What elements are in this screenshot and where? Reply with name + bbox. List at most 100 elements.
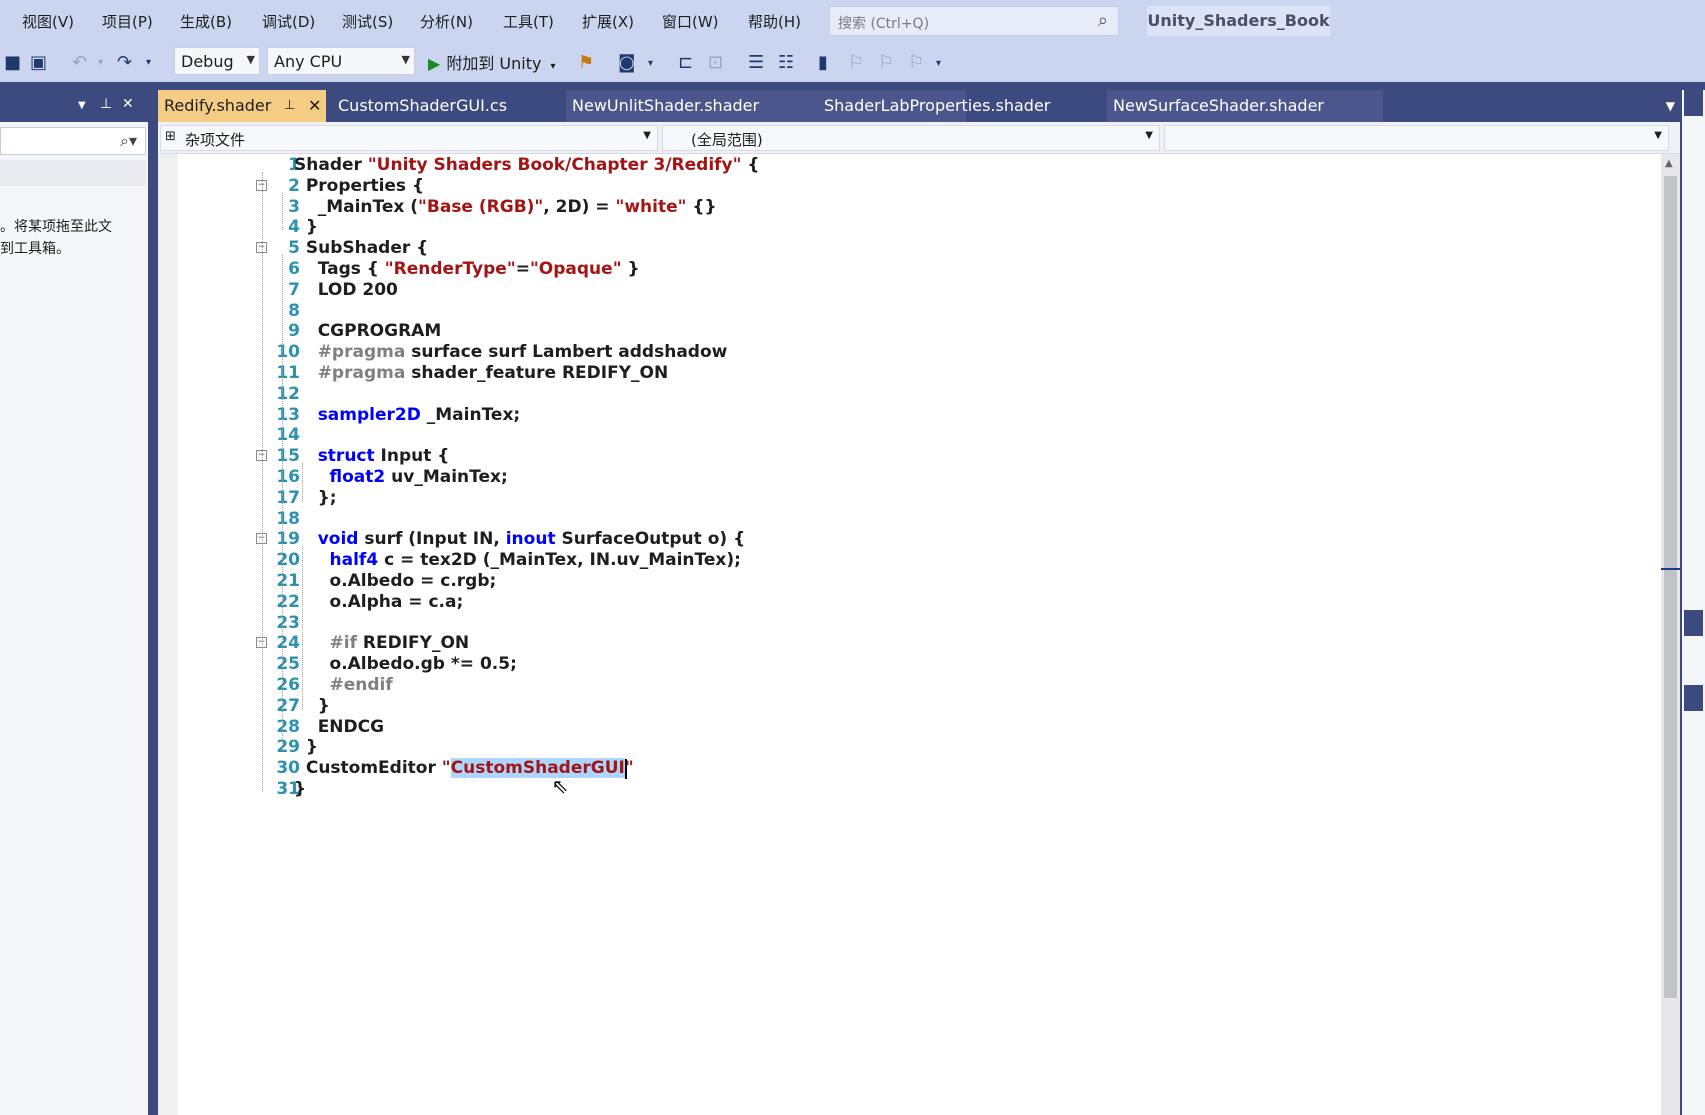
member-scope-dropdown[interactable]: (全局范围) ▼ <box>662 125 1160 151</box>
code-line[interactable]: 31} <box>158 778 1638 800</box>
chevron-down-icon[interactable]: ▼ <box>78 100 86 111</box>
code-token: , 2D) = <box>543 196 616 217</box>
line-number: 12 <box>276 383 300 404</box>
toolbar-overflow-icon[interactable]: ▾ <box>936 58 941 69</box>
code-line[interactable]: 4 } <box>158 216 1638 238</box>
menu-view[interactable]: 视图(V) <box>22 11 74 32</box>
code-line[interactable]: 1 Shader "Unity Shaders Book/Chapter 3/Re… <box>158 154 1638 176</box>
search-input[interactable]: 搜索 (Ctrl+Q) ⌕ <box>829 6 1119 36</box>
code-line[interactable]: 11 #pragma shader_feature REDIFY_ON <box>158 362 1638 384</box>
prev-bookmark-icon[interactable]: ⚐ <box>848 52 864 73</box>
code-line[interactable]: 21 o.Albedo = c.rgb; <box>158 570 1638 592</box>
code-token: o.Albedo = c.rgb; <box>329 571 497 591</box>
toolbox-message-line: 到工具箱。 <box>0 241 70 257</box>
code-editor[interactable]: 1 Shader "Unity Shaders Book/Chapter 3/Re… <box>158 154 1661 1115</box>
indent-guide <box>282 192 284 231</box>
chevron-down-icon: ▾ <box>550 61 556 72</box>
next-bookmark-icon[interactable]: ⚐ <box>878 52 894 73</box>
menu-help[interactable]: 帮助(H) <box>748 11 801 32</box>
text-caret <box>624 759 627 780</box>
step-over-icon[interactable]: ⊡ <box>708 52 723 73</box>
undo-dropdown-icon[interactable]: ▾ <box>98 57 103 68</box>
code-text: } <box>294 695 330 717</box>
menu-build[interactable]: 生成(B) <box>180 11 232 32</box>
close-icon[interactable]: ✕ <box>308 90 321 122</box>
menu-debug[interactable]: 调试(D) <box>262 11 315 32</box>
uncomment-lines-icon[interactable]: ☷ <box>778 52 794 73</box>
code-token: = <box>515 259 530 279</box>
code-line[interactable]: 14 <box>158 424 1638 446</box>
code-line[interactable]: 27 } <box>158 695 1638 717</box>
code-line[interactable]: 22 o.Alpha = c.a; <box>158 591 1638 613</box>
redo-icon[interactable]: ↷ <box>117 52 132 73</box>
pin-icon[interactable]: ⊥ <box>284 90 295 122</box>
code-line[interactable]: 12 <box>158 383 1638 405</box>
code-line[interactable]: 13 sampler2D _MainTex; <box>158 404 1638 426</box>
toolbox-search-input[interactable]: ⌕▾ <box>0 127 146 155</box>
right-panel-tab[interactable] <box>1684 90 1703 116</box>
clear-bookmarks-icon[interactable]: ⚐ <box>908 52 924 73</box>
code-line[interactable]: 30 CustomEditor "CustomShaderGUI" <box>158 757 1638 779</box>
project-scope-dropdown[interactable]: ⊞ 杂项文件 ▼ <box>160 125 658 151</box>
chevron-down-icon[interactable]: ▾ <box>648 58 653 69</box>
tab-overflow-icon[interactable]: ▼ <box>1666 90 1675 122</box>
code-line[interactable]: 28 ENDCG <box>158 716 1638 738</box>
code-line[interactable]: 10 #pragma surface surf Lambert addshado… <box>158 341 1638 363</box>
code-line[interactable]: 5− SubShader { <box>158 237 1638 259</box>
configuration-dropdown[interactable]: Debug ▼ <box>174 47 260 75</box>
right-panel-tab[interactable] <box>1684 685 1703 711</box>
code-line[interactable]: 2− Properties { <box>158 175 1638 197</box>
menu-window[interactable]: 窗口(W) <box>662 11 719 32</box>
code-line[interactable]: 9 CGPROGRAM <box>158 320 1638 342</box>
bookmark-icon[interactable]: ▮ <box>818 52 828 73</box>
string-token: " <box>441 758 451 779</box>
member-dropdown[interactable]: ▼ <box>1164 125 1669 151</box>
code-token: surface surf Lambert addshadow <box>405 342 728 363</box>
save-all-icon[interactable]: ▣ <box>30 52 47 73</box>
code-line[interactable]: 3 _MainTex ("Base (RGB)", 2D) = "white" … <box>158 196 1638 218</box>
code-line[interactable]: 24− #if REDIFY_ON <box>158 632 1638 654</box>
platform-dropdown[interactable]: Any CPU ▼ <box>267 47 415 75</box>
vertical-scrollbar[interactable]: ▲ <box>1661 154 1680 1115</box>
scroll-up-icon[interactable]: ▲ <box>1665 158 1673 169</box>
menu-analyze[interactable]: 分析(N) <box>420 11 473 32</box>
save-icon[interactable]: ■ <box>4 52 21 73</box>
pane-divider[interactable] <box>148 90 158 1115</box>
code-line[interactable]: 20 half4 c = tex2D (_MainTex, IN.uv_Main… <box>158 549 1638 571</box>
menu-project[interactable]: 项目(P) <box>102 11 153 32</box>
code-line[interactable]: 7 LOD 200 <box>158 279 1638 301</box>
find-in-files-icon[interactable]: ⚑ <box>578 52 594 73</box>
camera-icon[interactable]: ◙ <box>618 52 635 73</box>
code-line[interactable]: 6 Tags { "RenderType"="Opaque" } <box>158 258 1638 280</box>
code-text: CustomEditor "CustomShaderGUI" <box>294 757 634 779</box>
code-line[interactable]: 15− struct Input { <box>158 445 1638 467</box>
attach-to-unity-button[interactable]: ▶ 附加到 Unity ▾ <box>428 50 556 74</box>
keyword-token: void <box>317 529 359 550</box>
close-icon[interactable]: ✕ <box>122 96 134 112</box>
code-line[interactable]: 17 }; <box>158 487 1638 509</box>
tab-label: NewSurfaceShader.shader <box>1113 96 1325 115</box>
code-line[interactable]: 29 } <box>158 736 1638 758</box>
code-line[interactable]: 25 o.Albedo.gb *= 0.5; <box>158 653 1638 675</box>
code-line[interactable]: 23 <box>158 612 1638 634</box>
menu-test[interactable]: 测试(S) <box>342 11 393 32</box>
right-panel-tab[interactable] <box>1684 610 1703 636</box>
code-line[interactable]: 19− void surf (Input IN, inout SurfaceOu… <box>158 528 1638 550</box>
redo-dropdown-icon[interactable]: ▾ <box>146 57 151 68</box>
comment-lines-icon[interactable]: ☰ <box>748 52 764 73</box>
tab-redify-shader[interactable]: Redify.shader ⊥ ✕ <box>158 90 326 122</box>
code-line[interactable]: 16 float2 uv_MainTex; <box>158 466 1638 488</box>
undo-icon[interactable]: ↶ <box>72 52 87 73</box>
code-token: surf (Input IN, <box>358 529 506 550</box>
code-text: #pragma surface surf Lambert addshadow <box>294 341 728 363</box>
tab-newsurfaceshader[interactable]: NewSurfaceShader.shader <box>1107 90 1383 122</box>
menu-tools[interactable]: 工具(T) <box>503 11 554 32</box>
step-into-icon[interactable]: ⊏ <box>678 52 693 73</box>
code-line[interactable]: 18 <box>158 508 1638 530</box>
scrollbar-thumb[interactable] <box>1664 176 1677 998</box>
pin-icon[interactable]: ⊥ <box>100 96 112 112</box>
code-line[interactable]: 8 <box>158 300 1638 322</box>
code-line[interactable]: 26 #endif <box>158 674 1638 696</box>
menu-extensions[interactable]: 扩展(X) <box>582 11 634 32</box>
